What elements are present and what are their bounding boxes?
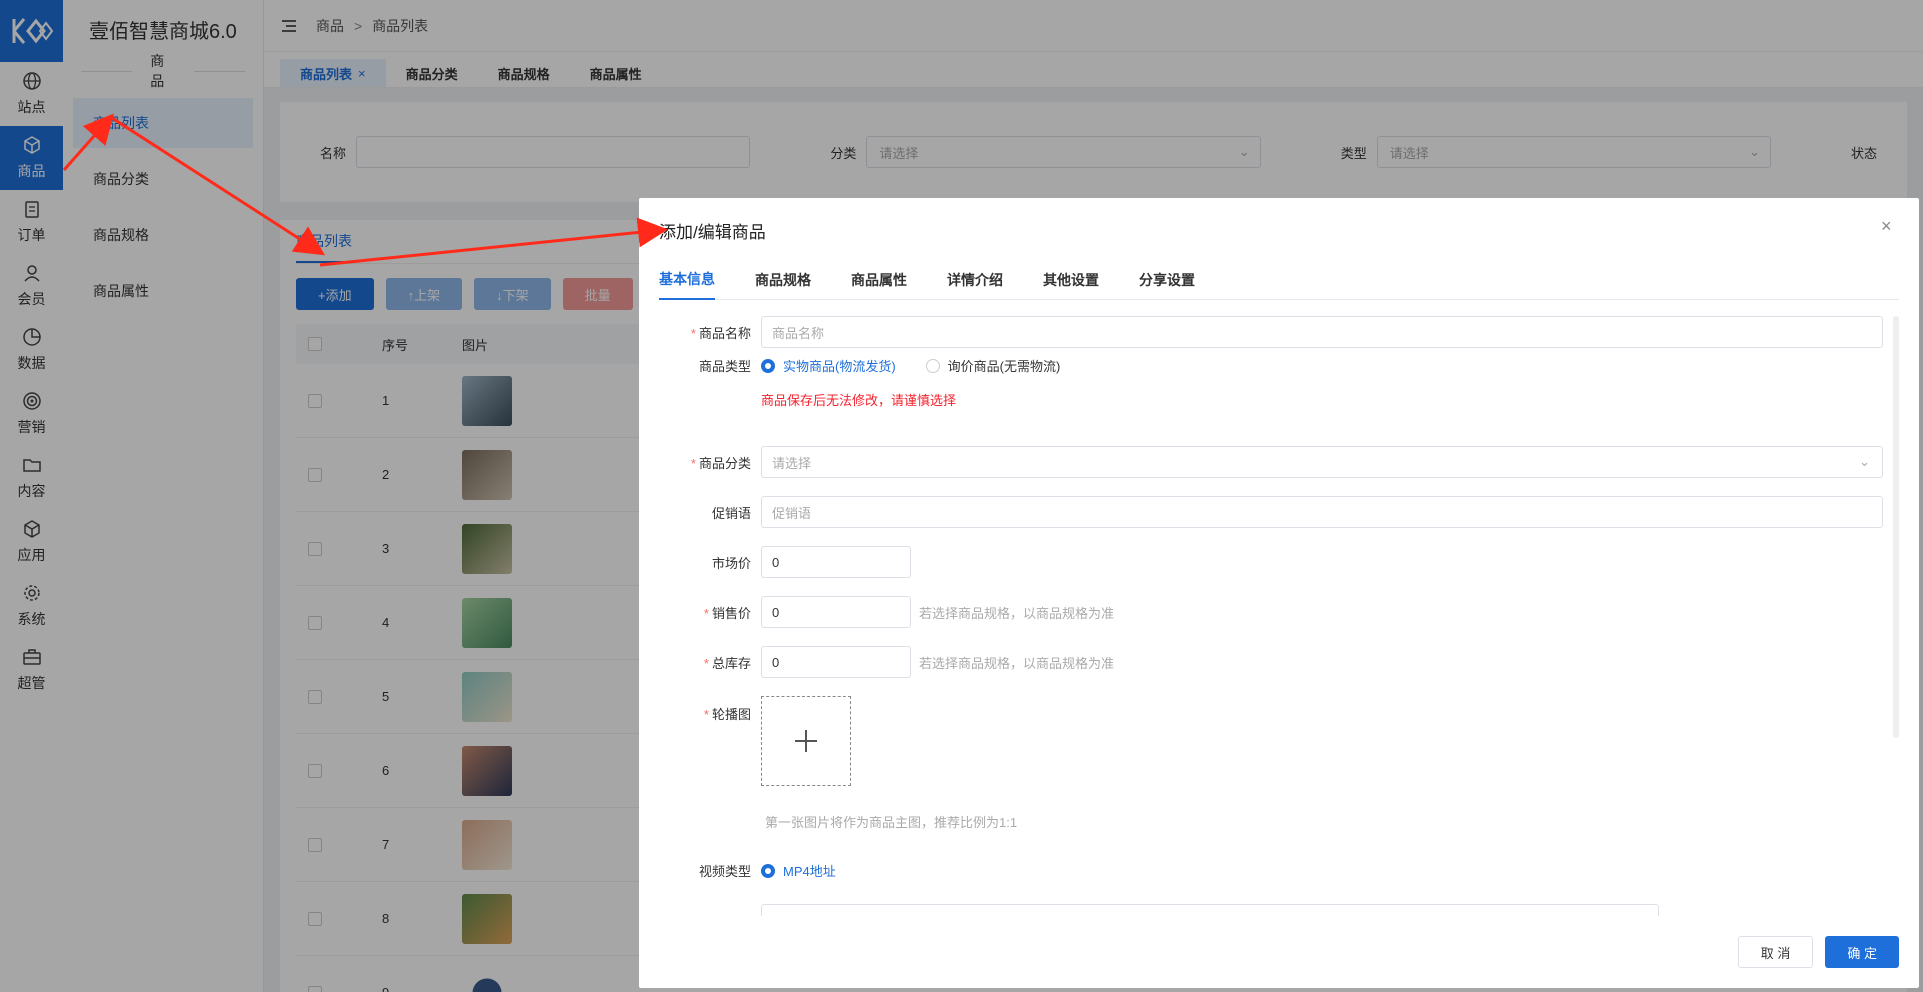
form-row-promo: 促销语 促销语 — [659, 496, 1883, 528]
stock-input[interactable]: 0 — [761, 646, 911, 678]
goods-name-input[interactable]: 商品名称 — [761, 316, 1883, 348]
form-scrollbar[interactable] — [1893, 316, 1899, 738]
field-label: 视频类型 — [698, 864, 751, 879]
field-label: 商品类型 — [698, 359, 751, 374]
field-label: * 商品名称 — [659, 323, 761, 342]
field-label: * 销售价 — [659, 603, 761, 622]
sale-price-hint: 若选择商品规格，以商品规格为准 — [919, 605, 1115, 621]
dialog-footer: 取 消 确 定 — [1737, 936, 1899, 968]
field-label: 促销语 — [711, 505, 751, 521]
video-url-input[interactable] — [761, 904, 1659, 916]
form-row-category: * 商品分类 请选择 ⌄ — [659, 446, 1883, 478]
goods-category-select[interactable]: 请选择 ⌄ — [761, 446, 1883, 478]
field-label: 市场价 — [711, 555, 751, 571]
radio-label: MP4地址 — [783, 864, 836, 879]
type-inquiry-radio[interactable]: 询价商品(无需物流) — [925, 356, 1061, 375]
form-row-stock: * 总库存 0 若选择商品规格，以商品规格为准 — [659, 646, 1114, 678]
field-label-text: 轮播图 — [711, 707, 751, 722]
radio-dot — [761, 358, 775, 373]
form-row-name: * 商品名称 商品名称 — [659, 316, 1883, 348]
form-row-carousel: * 轮播图 — [659, 696, 851, 786]
field-label-text: 商品名称 — [698, 325, 751, 341]
video-url-row — [761, 904, 1659, 916]
chevron-down-icon: ⌄ — [1859, 454, 1870, 469]
radio-dot — [925, 358, 940, 373]
required-mark: * — [703, 605, 709, 621]
stock-hint: 若选择商品规格，以商品规格为准 — [919, 655, 1115, 671]
confirm-button[interactable]: 确 定 — [1825, 936, 1899, 968]
tab-basic-info[interactable]: 基本信息 — [659, 260, 715, 300]
tab-other-settings[interactable]: 其他设置 — [1043, 260, 1099, 300]
carousel-hint-row: 第一张图片将作为商品主图，推荐比例为1:1 — [765, 812, 1017, 831]
dialog-title: 添加/编辑商品 — [659, 223, 766, 242]
tab-detail[interactable]: 详情介绍 — [947, 260, 1003, 300]
field-label-text: 总库存 — [711, 655, 751, 671]
close-icon[interactable]: × — [1881, 217, 1897, 235]
type-physical-radio[interactable]: 实物商品(物流发货) — [761, 356, 896, 375]
form-row-video-type: 视频类型 MP4地址 — [659, 861, 866, 880]
form-row-type: 商品类型 实物商品(物流发货) 询价商品(无需物流) — [659, 356, 1090, 375]
form-row-market-price: 市场价 0 — [659, 546, 911, 578]
form-row-sale-price: * 销售价 0 若选择商品规格，以商品规格为准 — [659, 596, 1114, 628]
cancel-button[interactable]: 取 消 — [1737, 936, 1814, 968]
required-mark: * — [690, 325, 696, 341]
carousel-hint: 第一张图片将作为商品主图，推荐比例为1:1 — [765, 815, 1018, 830]
field-label: * 总库存 — [659, 653, 761, 672]
radio-label: 实物商品(物流发货) — [783, 359, 896, 374]
market-price-input[interactable]: 0 — [761, 546, 911, 578]
sale-price-input[interactable]: 0 — [761, 596, 911, 628]
promo-input[interactable]: 促销语 — [761, 496, 1883, 528]
radio-label: 询价商品(无需物流) — [947, 359, 1061, 374]
field-label: * 轮播图 — [659, 696, 761, 723]
required-mark: * — [703, 707, 709, 722]
tab-share-settings[interactable]: 分享设置 — [1139, 260, 1195, 300]
video-mp4-radio[interactable]: MP4地址 — [761, 861, 836, 880]
radio-dot — [761, 863, 775, 878]
dialog-tabs: 基本信息 商品规格 商品属性 详情介绍 其他设置 分享设置 — [659, 260, 1899, 300]
required-mark: * — [690, 455, 696, 471]
field-label-text: 销售价 — [711, 605, 751, 621]
select-placeholder: 请选择 — [772, 455, 812, 471]
tab-goods-attr[interactable]: 商品属性 — [851, 260, 907, 300]
type-warning-row: 商品保存后无法修改，请谨慎选择 — [761, 390, 956, 409]
tab-goods-spec[interactable]: 商品规格 — [755, 260, 811, 300]
field-label: * 商品分类 — [659, 453, 761, 472]
plus-icon — [795, 730, 817, 752]
carousel-upload[interactable] — [761, 696, 851, 786]
field-label-text: 商品分类 — [698, 455, 751, 471]
required-mark: * — [703, 655, 709, 671]
add-edit-goods-dialog: 添加/编辑商品 × 基本信息 商品规格 商品属性 详情介绍 其他设置 分享设置 … — [639, 198, 1919, 988]
basic-info-form: * 商品名称 商品名称 商品类型 实物商品(物流发货) 询价商品(无需物流) 商品… — [659, 316, 1899, 916]
type-warning: 商品保存后无法修改，请谨慎选择 — [761, 393, 957, 408]
